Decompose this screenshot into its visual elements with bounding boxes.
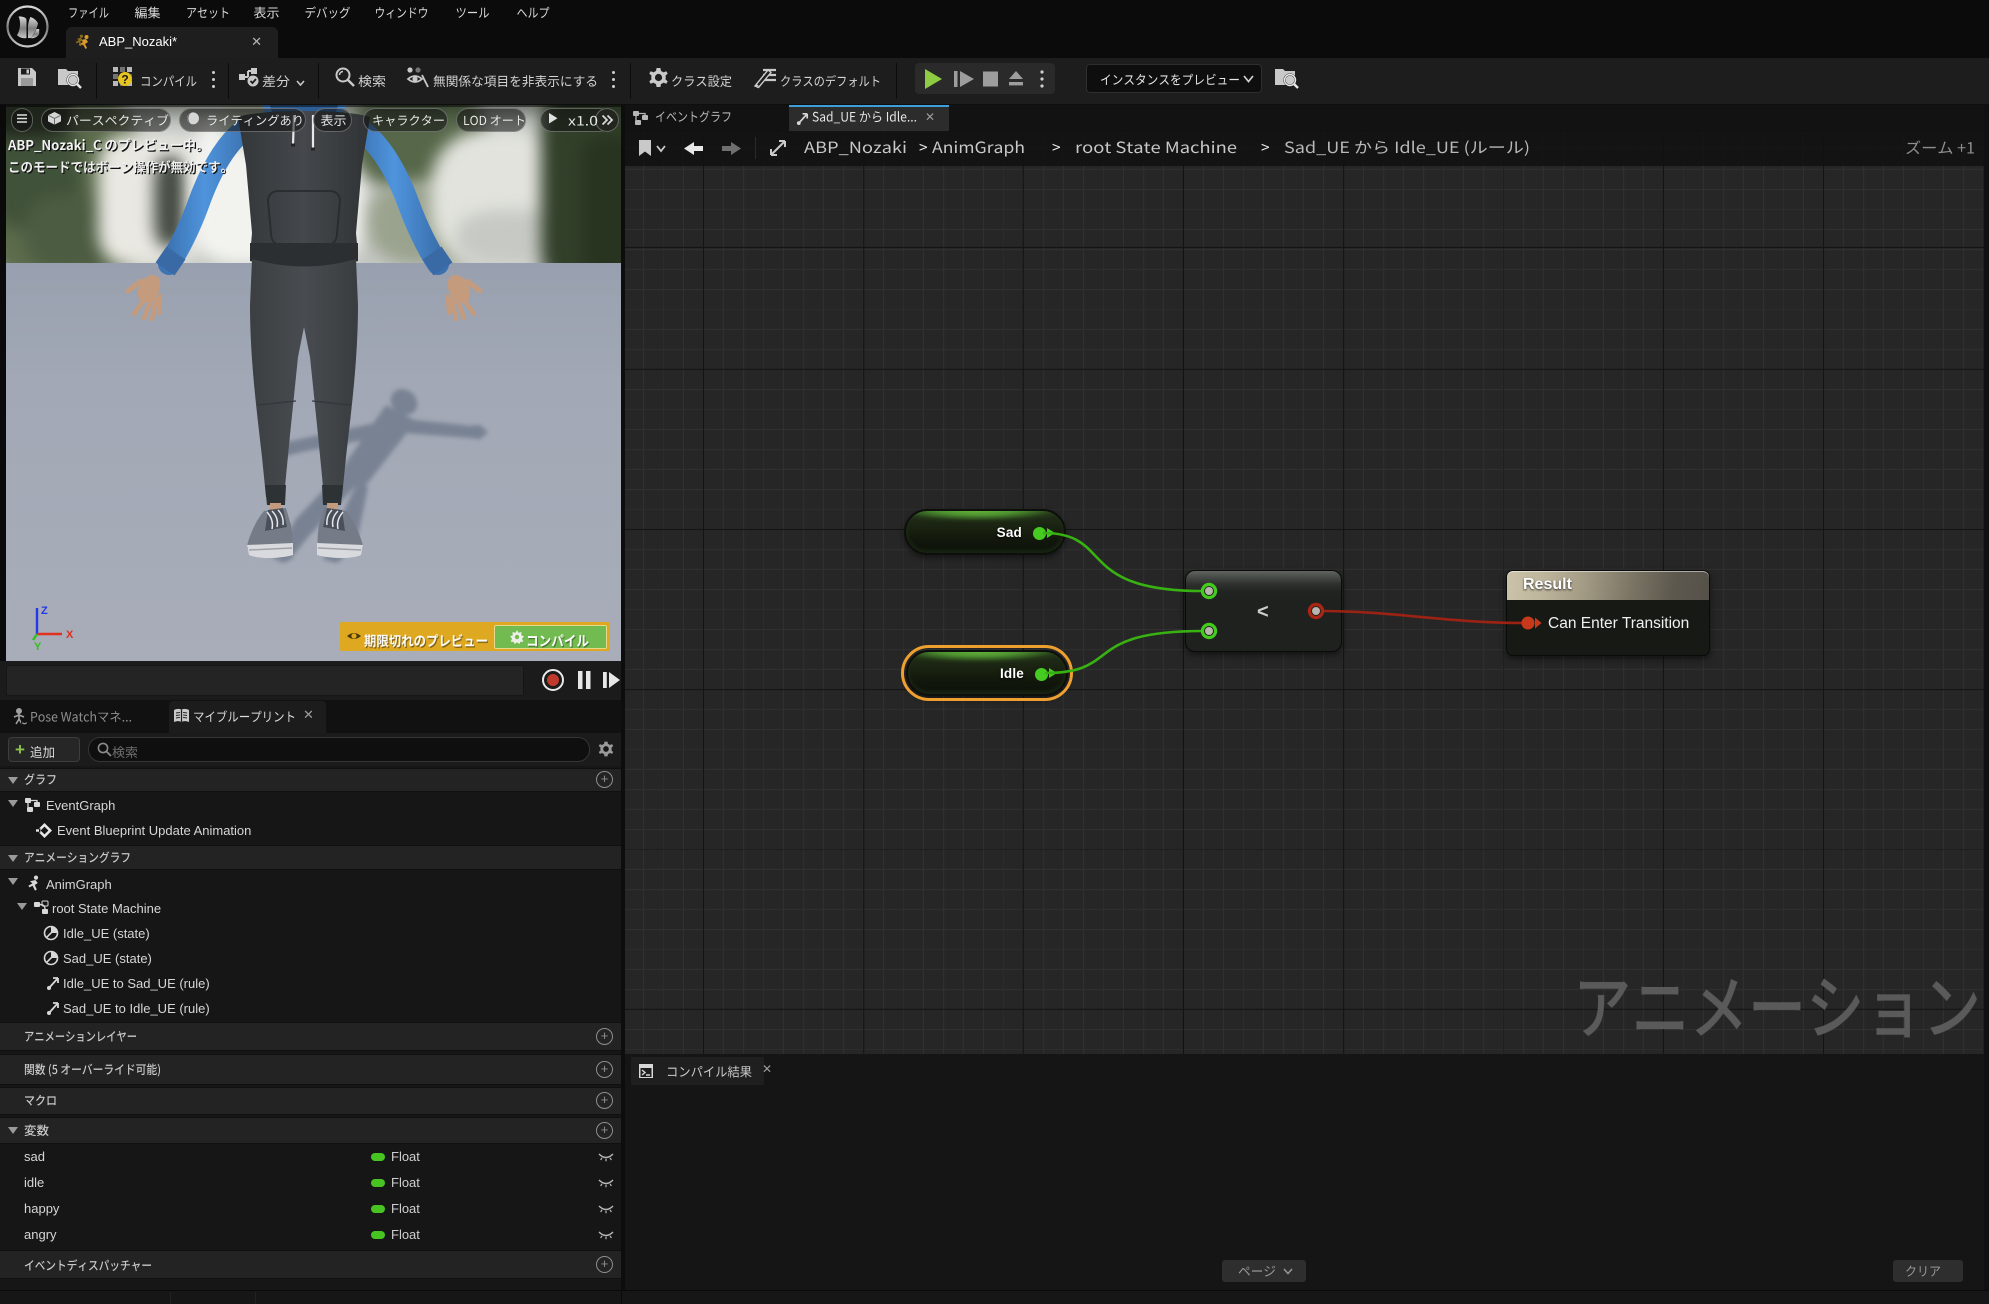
svg-text:?: ? [121,73,128,87]
svg-text:X: X [66,629,74,641]
svg-text:Y: Y [34,641,42,653]
svg-text:Z: Z [41,605,48,617]
